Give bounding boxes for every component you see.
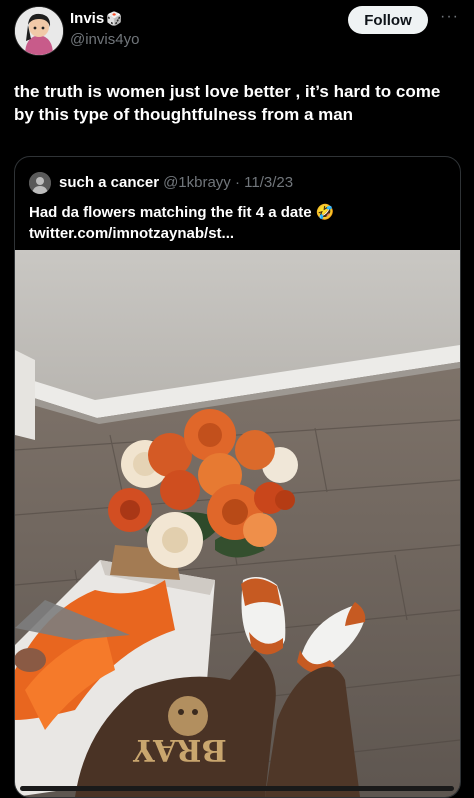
author-name-text: Invis — [70, 10, 105, 27]
quoted-author-line: such a cancer @1kbrayy · 11/3/23 — [59, 174, 293, 191]
cartoon-avatar-icon — [15, 7, 63, 55]
quoted-text-line: Had da flowers matching the fit 4 a date… — [29, 204, 335, 221]
photo-illustration: BRAY — [15, 250, 460, 797]
quoted-author-name: such a cancer — [59, 174, 160, 191]
author-avatar[interactable] — [14, 6, 64, 56]
quoted-tweet-text: Had da flowers matching the fit 4 a date… — [29, 202, 449, 244]
tweet-header: Invis 🎲 @invis4yo Follow ··· — [0, 0, 474, 60]
sweatshirt-text: BRAY — [133, 732, 227, 767]
author-handle[interactable]: @invis4yo — [70, 31, 139, 48]
tweet-text: the truth is women just love better , it… — [14, 82, 441, 124]
quoted-author-avatar — [29, 172, 51, 194]
follow-button[interactable]: Follow — [348, 6, 428, 34]
more-options-icon[interactable]: ··· — [440, 8, 459, 26]
user-avatar-icon — [29, 172, 51, 194]
bottom-divider — [20, 786, 454, 791]
quoted-link[interactable]: twitter.com/imnotzaynab/st... — [29, 223, 449, 244]
quoted-handle-date: @1kbrayy · 11/3/23 — [163, 174, 294, 191]
author-badge-icon: 🎲 — [106, 11, 123, 26]
quoted-tweet[interactable]: such a cancer @1kbrayy · 11/3/23 Had da f… — [14, 156, 461, 798]
author-name[interactable]: Invis 🎲 — [70, 10, 122, 27]
quoted-tweet-photo[interactable]: BRAY — [15, 250, 460, 797]
